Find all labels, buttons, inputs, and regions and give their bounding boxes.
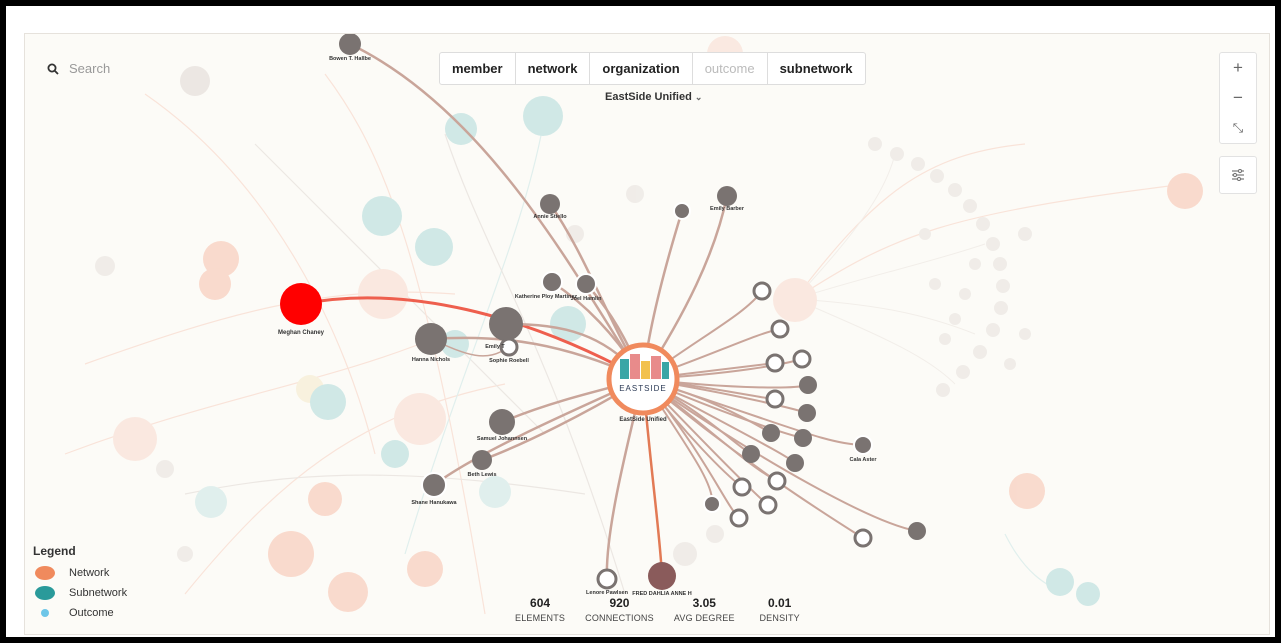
label-center: EastSide Unified <box>619 417 667 423</box>
legend-item-subnetwork: Subnetwork <box>33 583 127 603</box>
stat-elements: 604 ELEMENTS <box>515 596 565 623</box>
tab-outcome[interactable]: outcome <box>693 53 768 84</box>
node-meghan[interactable] <box>280 283 322 325</box>
node-member[interactable] <box>703 495 721 513</box>
node-bowen[interactable] <box>339 34 361 55</box>
node-emily-t[interactable] <box>489 307 523 341</box>
stat-connections-label: CONNECTIONS <box>585 613 654 623</box>
label-annie: Annie Stiello <box>533 214 567 220</box>
zoom-in-button[interactable]: + <box>1220 53 1256 83</box>
tab-member[interactable]: member <box>440 53 516 84</box>
sliders-icon <box>1232 169 1244 181</box>
label-katherine: Katherine Ploy Martinez <box>515 294 578 300</box>
node-member[interactable] <box>786 454 804 472</box>
graph-stats: 604 ELEMENTS 920 CONNECTIONS 3.05 AVG DE… <box>515 596 805 623</box>
stat-elements-label: ELEMENTS <box>515 613 566 623</box>
network-blob-icon <box>35 566 55 580</box>
center-node-eastside[interactable]: EASTSIDE <box>606 342 680 416</box>
tab-subnetwork[interactable]: subnetwork <box>768 53 865 84</box>
search-bar[interactable]: Search <box>47 61 110 76</box>
label-meghan: Meghan Chaney <box>278 330 325 336</box>
node-member[interactable] <box>765 389 785 409</box>
node-member[interactable] <box>799 376 817 394</box>
filter-button[interactable] <box>1219 156 1257 194</box>
stat-avg-degree: 3.05 AVG DEGREE <box>674 596 735 623</box>
label-bowen: Bowen T. Hallbe <box>329 56 371 62</box>
node-member[interactable] <box>758 495 778 515</box>
node-member[interactable] <box>762 424 780 442</box>
node-annie[interactable] <box>540 194 560 214</box>
stat-connections-value: 920 <box>609 596 630 610</box>
node-joel[interactable] <box>575 273 597 295</box>
legend-item-outcome: Outcome <box>33 603 127 623</box>
node-katherine[interactable] <box>541 271 563 293</box>
label-cala: Cala Aster <box>849 457 877 463</box>
zoom-out-button[interactable]: − <box>1220 83 1256 113</box>
label-samuel: Samuel Johannsen <box>477 436 528 442</box>
stat-avg-degree-value: 3.05 <box>692 596 716 610</box>
node-member[interactable] <box>794 429 812 447</box>
search-icon <box>47 63 59 75</box>
zoom-controls: + − ⤡ <box>1219 52 1257 144</box>
network-dropdown-value: EastSide Unified <box>605 91 692 103</box>
label-emily-barber: Emily Barber <box>710 206 745 212</box>
node-shane[interactable] <box>421 472 447 498</box>
tab-organization[interactable]: organization <box>590 53 693 84</box>
node-member[interactable] <box>765 353 785 373</box>
node-member[interactable] <box>792 349 812 369</box>
legend-item-network: Network <box>33 563 127 583</box>
chevron-down-icon: ⌄ <box>694 92 703 102</box>
stat-density: 0.01 DENSITY <box>755 596 805 623</box>
label-beth: Beth Lewis <box>467 472 496 478</box>
node-member[interactable] <box>742 445 760 463</box>
node-emily-barber[interactable] <box>717 186 737 206</box>
search-input[interactable]: Search <box>69 61 110 76</box>
node-member[interactable] <box>729 508 749 528</box>
node-member[interactable] <box>732 477 752 497</box>
node-fred[interactable] <box>648 562 676 590</box>
node-beth[interactable] <box>472 450 492 470</box>
legend-label-outcome: Outcome <box>69 607 114 619</box>
label-joel: Joel Hamlin <box>571 296 603 302</box>
legend-title: Legend <box>33 544 76 558</box>
graph-canvas[interactable]: EASTSIDE Bowen T. Hallbe Annie Stiello E… <box>24 33 1270 635</box>
stat-elements-value: 604 <box>530 596 551 610</box>
node-lenore[interactable] <box>596 568 618 590</box>
node-member[interactable] <box>798 404 816 422</box>
label-emily-t: Emily T <box>485 344 505 350</box>
subnetwork-blob-icon <box>35 586 55 600</box>
node-member[interactable] <box>853 528 873 548</box>
node-member[interactable] <box>770 319 790 339</box>
node-cala[interactable] <box>853 435 873 455</box>
node-photo-1[interactable] <box>673 202 691 220</box>
node-samuel[interactable] <box>489 409 515 435</box>
legend-label-subnetwork: Subnetwork <box>69 587 128 599</box>
center-node-logo-text: EASTSIDE <box>619 384 667 393</box>
stat-density-label: DENSITY <box>759 613 800 623</box>
fit-view-button[interactable]: ⤡ <box>1220 113 1256 143</box>
node-member[interactable] <box>767 471 787 491</box>
network-dropdown[interactable]: EastSide Unified ⌄ <box>605 91 702 103</box>
label-hanna: Hanna Nichols <box>412 357 450 363</box>
node-hanna[interactable] <box>415 323 447 355</box>
app-window: EASTSIDE Bowen T. Hallbe Annie Stiello E… <box>6 6 1275 637</box>
stat-connections: 920 CONNECTIONS <box>585 596 654 623</box>
network-graph[interactable]: EASTSIDE Bowen T. Hallbe Annie Stiello E… <box>25 34 1270 635</box>
legend-label-network: Network <box>69 567 110 579</box>
stat-avg-degree-label: AVG DEGREE <box>673 613 735 623</box>
label-shane: Shane Hanukawa <box>411 500 457 506</box>
node-member[interactable] <box>752 281 772 301</box>
label-sophie: Sophie Roebell <box>489 358 529 364</box>
type-filter-tabs: member network organization outcome subn… <box>439 52 866 85</box>
background-network <box>64 36 1203 615</box>
outcome-dot-icon <box>41 609 49 617</box>
node-member[interactable] <box>908 522 926 540</box>
tab-network[interactable]: network <box>516 53 591 84</box>
stat-density-value: 0.01 <box>768 596 792 610</box>
legend: Legend Network Subnetwork Outcome <box>33 544 127 623</box>
